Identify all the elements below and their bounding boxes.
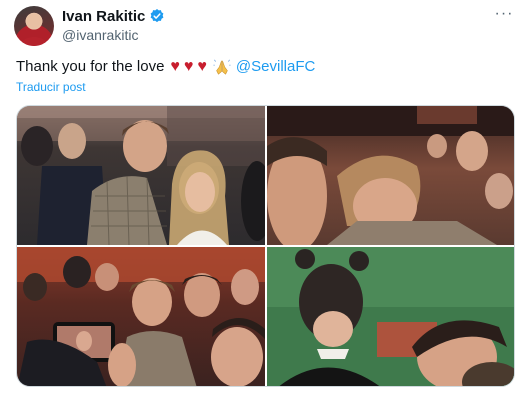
red-heart-icon: ♥ <box>197 58 207 75</box>
photo-1[interactable] <box>17 106 265 245</box>
photo-4[interactable] <box>267 247 514 386</box>
tweet-card: Ivan Rakitic @ivanrakitic ··· Thank you … <box>0 0 530 400</box>
verified-badge-icon <box>149 8 165 24</box>
red-heart-icon: ♥ <box>170 58 180 75</box>
tweet-text: Thank you for the love ♥ ♥ ♥ @SevillaFC <box>16 57 315 77</box>
author-name[interactable]: Ivan Rakitic <box>62 8 145 25</box>
media-grid <box>16 105 515 387</box>
tweet-text-body: Thank you for the love <box>16 58 165 75</box>
avatar[interactable] <box>14 6 54 46</box>
tweet-header: Ivan Rakitic @ivanrakitic ··· <box>14 6 520 46</box>
author-handle[interactable]: @ivanrakitic <box>62 27 165 43</box>
translate-post-link[interactable]: Traducir post <box>16 80 86 94</box>
folded-hands-icon <box>213 58 231 76</box>
photo-2[interactable] <box>267 106 514 245</box>
mention-link[interactable]: @SevillaFC <box>236 57 315 77</box>
red-heart-icon: ♥ <box>183 58 194 75</box>
more-options-icon[interactable]: ··· <box>492 6 516 26</box>
photo-3[interactable] <box>17 247 265 386</box>
author-block: Ivan Rakitic @ivanrakitic <box>62 6 165 43</box>
